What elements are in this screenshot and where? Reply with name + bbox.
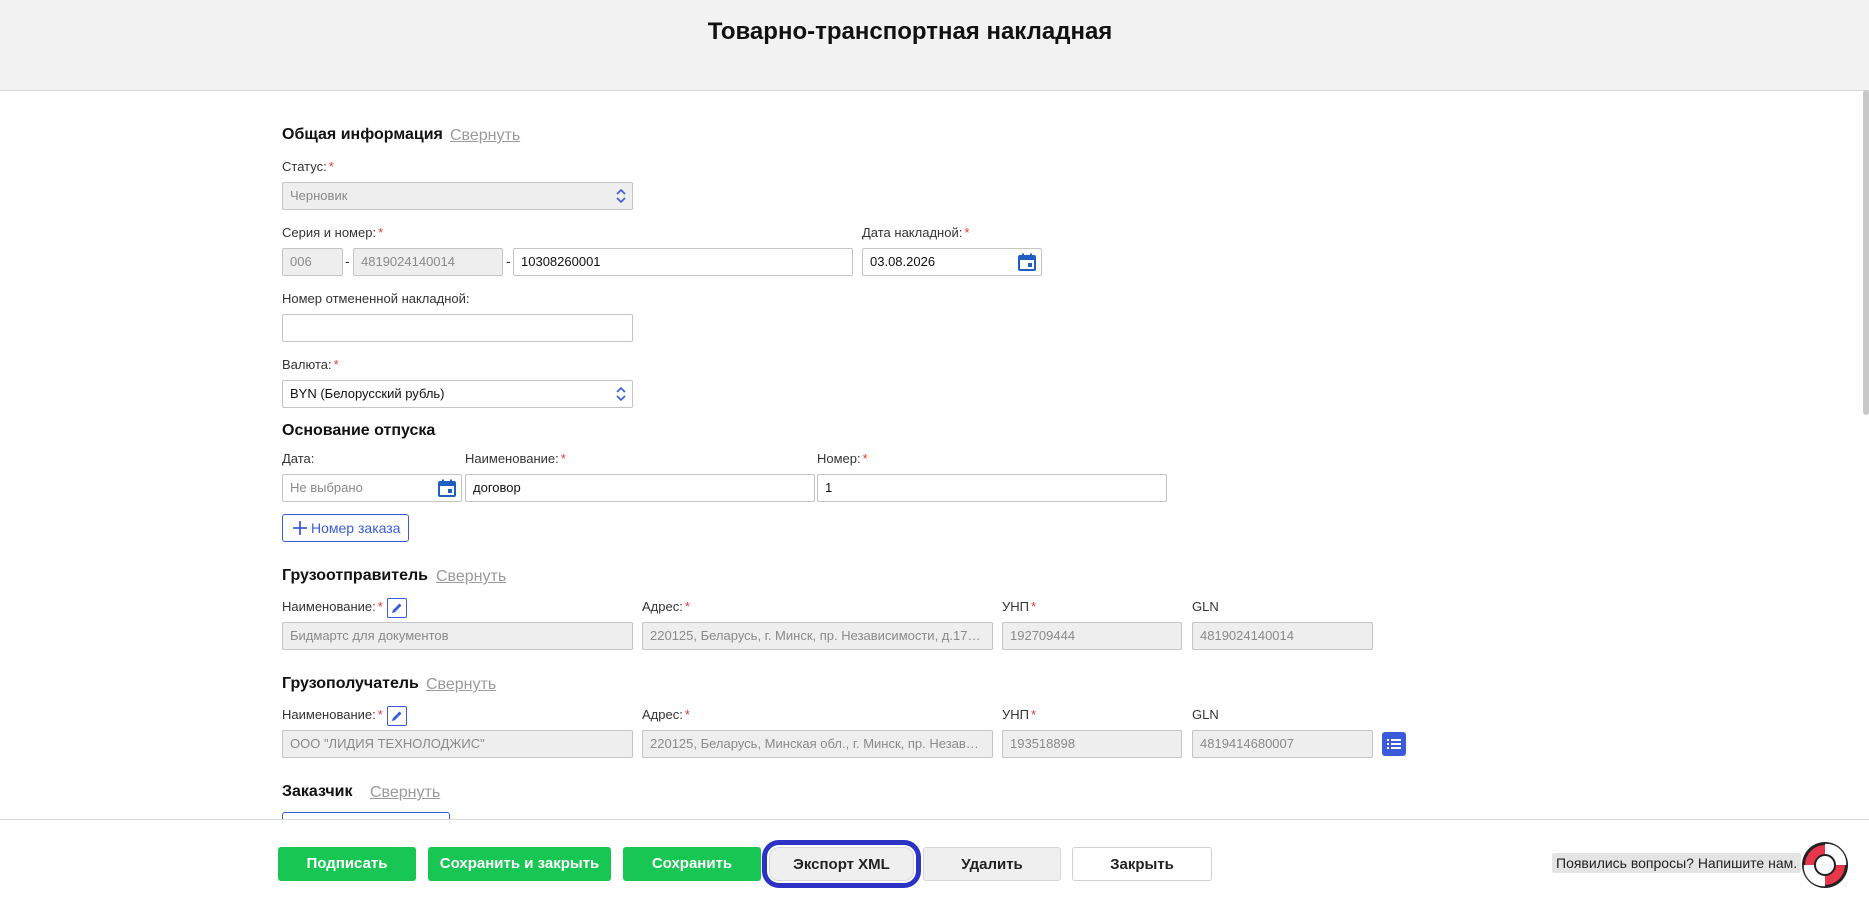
consignee-address-field[interactable]: 220125, Беларусь, Минская обл., г. Минск…	[642, 730, 993, 758]
basis-number-input[interactable]: 1	[817, 474, 1167, 502]
shipper-unp-label: УНП *	[1002, 599, 1037, 614]
shipper-name-field[interactable]: Бидмартс для документов	[282, 622, 633, 650]
save-button[interactable]: Сохранить	[623, 847, 761, 881]
consignee-list-button[interactable]	[1382, 732, 1406, 756]
invoice-number-input[interactable]: 10308260001	[513, 248, 853, 276]
help-prompt[interactable]: Появились вопросы? Напишите нам.	[1552, 853, 1802, 873]
collapse-customer-link[interactable]: Свернуть	[370, 784, 440, 802]
basis-name-label: Наименование: *	[465, 451, 566, 466]
shipper-address-label: Адрес: *	[642, 599, 690, 614]
consignee-address-label: Адрес: *	[642, 707, 690, 722]
page-header: Товарно-транспортная накладная	[0, 0, 1869, 91]
select-arrows-icon	[616, 386, 626, 402]
status-select[interactable]: Черновик	[282, 182, 633, 210]
invoice-date-label: Дата накладной: *	[862, 225, 970, 240]
basis-date-label: Дата:	[282, 451, 315, 466]
calendar-icon[interactable]	[1018, 253, 1036, 271]
section-title-consignee: Грузополучатель	[282, 675, 419, 692]
scrollbar[interactable]	[1863, 90, 1869, 415]
pencil-icon	[392, 603, 402, 613]
list-icon	[1387, 739, 1401, 749]
series-part2-field[interactable]: 4819024140014	[353, 248, 503, 276]
section-title-shipper: Грузоотправитель	[282, 567, 428, 584]
sign-button[interactable]: Подписать	[278, 847, 416, 881]
series-dash-2: -	[506, 253, 511, 269]
add-order-number-button[interactable]: Номер заказа	[282, 514, 410, 542]
edit-shipper-button[interactable]	[387, 598, 407, 618]
currency-select[interactable]: BYN (Белорусский рубль)	[282, 380, 633, 408]
currency-label: Валюта: *	[282, 357, 339, 372]
cancelled-number-label: Номер отмененной накладной:	[282, 291, 470, 306]
customer-partial-button[interactable]	[282, 812, 450, 819]
shipper-name-label: Наименование: *	[282, 599, 383, 614]
consignee-gln-field[interactable]: 4819414680007	[1192, 730, 1373, 758]
collapse-shipper-link[interactable]: Свернуть	[436, 568, 506, 586]
basis-date-input[interactable]: Не выбрано	[282, 474, 462, 502]
shipper-gln-label: GLN	[1192, 599, 1219, 614]
lifebuoy-support-icon[interactable]	[1800, 840, 1850, 890]
section-title-general: Общая информация	[282, 126, 443, 143]
page-title: Товарно-транспортная накладная	[707, 18, 1113, 45]
basis-name-input[interactable]: договор	[465, 474, 815, 502]
edit-consignee-button[interactable]	[387, 706, 407, 726]
section-title-basis: Основание отпуска	[282, 422, 436, 439]
status-label: Статус: *	[282, 159, 334, 174]
collapse-general-link[interactable]: Свернуть	[450, 127, 520, 145]
series-part1-field[interactable]: 006	[282, 248, 343, 276]
action-footer: Подписать Сохранить и закрыть Сохранить …	[0, 819, 1869, 915]
collapse-consignee-link[interactable]: Свернуть	[426, 676, 496, 694]
consignee-name-field[interactable]: ООО "ЛИДИЯ ТЕХНОЛОДЖИС"	[282, 730, 633, 758]
calendar-icon[interactable]	[438, 479, 456, 497]
export-xml-button[interactable]: Экспорт XML	[762, 840, 921, 888]
cancelled-number-input[interactable]	[282, 314, 633, 342]
section-title-customer: Заказчик	[282, 783, 353, 800]
plus-icon	[293, 521, 307, 535]
basis-number-label: Номер: *	[817, 451, 868, 466]
series-dash-1: -	[345, 253, 350, 269]
save-and-close-button[interactable]: Сохранить и закрыть	[428, 847, 611, 881]
consignee-gln-label: GLN	[1192, 707, 1219, 722]
pencil-icon	[392, 711, 402, 721]
close-button[interactable]: Закрыть	[1072, 847, 1212, 881]
shipper-address-field[interactable]: 220125, Беларусь, г. Минск, пр. Независи…	[642, 622, 993, 650]
shipper-gln-field[interactable]: 4819024140014	[1192, 622, 1373, 650]
series-number-label: Серия и номер: *	[282, 225, 384, 240]
consignee-unp-label: УНП *	[1002, 707, 1037, 722]
shipper-unp-field[interactable]: 192709444	[1002, 622, 1182, 650]
consignee-name-label: Наименование: *	[282, 707, 383, 722]
select-arrows-icon	[616, 188, 626, 204]
invoice-date-input[interactable]: 03.08.2026	[862, 248, 1042, 276]
form-content: Общая информация Свернуть Статус: * Черно…	[0, 91, 1862, 819]
delete-button[interactable]: Удалить	[923, 847, 1061, 881]
consignee-unp-field[interactable]: 193518898	[1002, 730, 1182, 758]
